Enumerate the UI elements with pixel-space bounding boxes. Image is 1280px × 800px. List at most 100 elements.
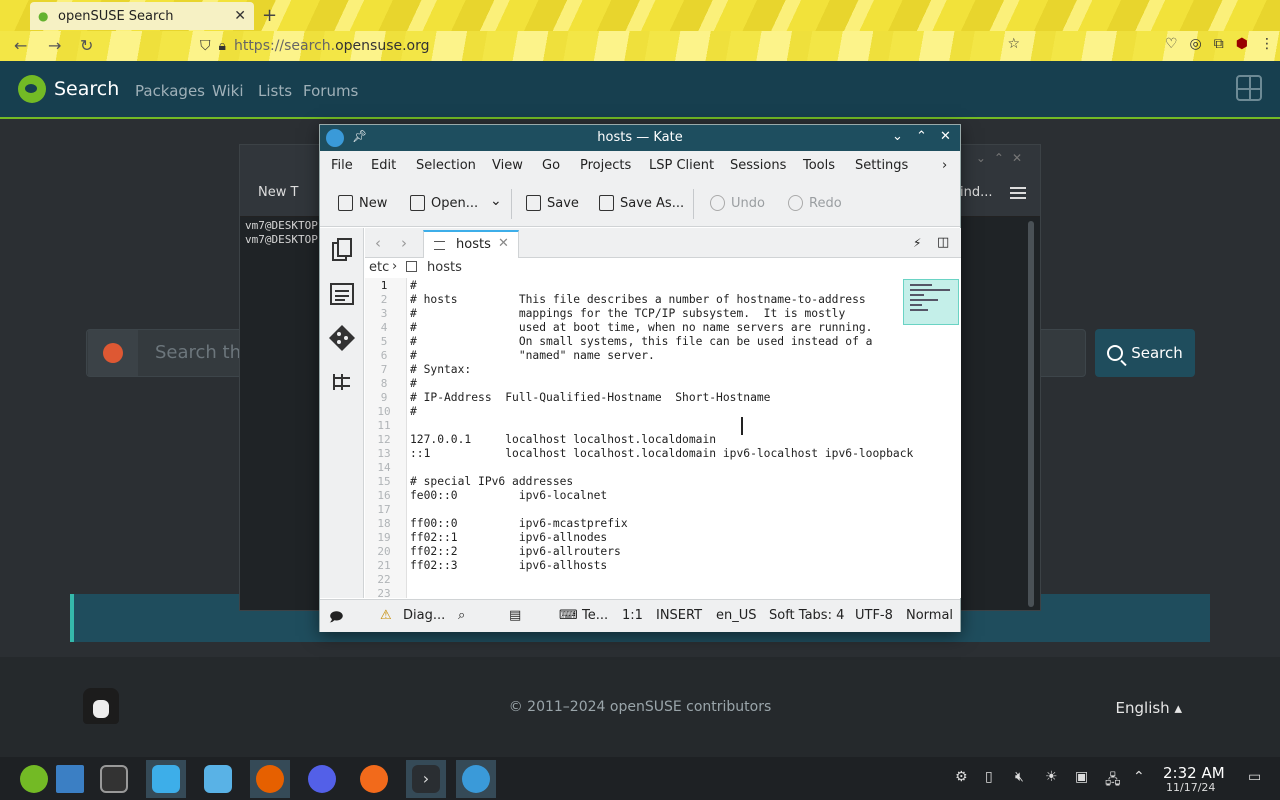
account-icon[interactable]: ◎ xyxy=(1190,36,1202,52)
close-tab-icon[interactable]: ✕ xyxy=(498,236,509,251)
minimize-icon[interactable]: ⌄ xyxy=(892,129,903,144)
tab-forward-icon[interactable]: › xyxy=(401,234,407,252)
show-desktop-icon[interactable] xyxy=(50,760,90,798)
back-icon[interactable]: ← xyxy=(14,36,27,55)
save-as-button[interactable]: Save As... xyxy=(599,195,684,211)
system-settings-icon[interactable] xyxy=(94,760,134,798)
comment-icon[interactable]: 🗩︎ xyxy=(329,608,343,630)
vi-mode[interactable]: Normal xyxy=(906,608,953,623)
diagnostics-button[interactable]: Diag... xyxy=(403,608,445,623)
menu-file[interactable]: File xyxy=(331,158,353,173)
menu-overflow-icon[interactable]: › xyxy=(942,158,947,173)
indentation[interactable]: Soft Tabs: 4 xyxy=(769,608,844,623)
code-line: # xyxy=(410,279,417,292)
chevron-down-icon[interactable]: ⌄ xyxy=(490,193,502,209)
line-number: 8 xyxy=(380,377,388,390)
dictionary[interactable]: en_US xyxy=(716,608,757,623)
close-tab-icon[interactable]: ✕ xyxy=(234,8,246,24)
pocket-icon[interactable]: ♡ xyxy=(1165,36,1178,52)
menu-lsp-client[interactable]: LSP Client xyxy=(649,158,714,173)
clipboard-icon[interactable]: ▯ xyxy=(985,769,993,785)
konsole-find[interactable]: ind... xyxy=(960,185,993,200)
notifications-icon[interactable]: ▭ xyxy=(1248,769,1261,785)
app-launcher-icon[interactable] xyxy=(14,760,54,798)
konsole-window-controls[interactable]: ⌄⌃✕ xyxy=(976,151,1030,165)
konsole-new-tab[interactable]: New T xyxy=(258,185,298,200)
breadcrumb-hosts[interactable]: hosts xyxy=(427,260,462,275)
encoding[interactable]: UTF-8 xyxy=(855,608,893,623)
symbols-icon[interactable] xyxy=(328,368,356,396)
tab-back-icon[interactable]: ‹ xyxy=(375,234,381,252)
dolphin-icon[interactable] xyxy=(198,760,238,798)
close-window-icon[interactable]: ✕ xyxy=(940,129,951,144)
code-line: # xyxy=(410,405,417,418)
quick-open-icon[interactable]: ⚡︎ xyxy=(913,236,921,250)
url-bar[interactable]: ⛉ 🔒︎ https://search. opensuse.org xyxy=(200,33,1020,59)
konsole-scrollbar[interactable] xyxy=(1028,221,1034,607)
cursor-position[interactable]: 1:1 xyxy=(622,608,643,623)
menu-tools[interactable]: Tools xyxy=(803,158,835,173)
extensions-icon[interactable]: ⧉ xyxy=(1214,36,1224,52)
redo-button[interactable]: Redo xyxy=(788,195,842,211)
nav-link-packages[interactable]: Packages xyxy=(135,82,205,100)
forward-icon[interactable]: → xyxy=(48,36,61,55)
outline-icon[interactable] xyxy=(328,280,356,308)
site-title[interactable]: Search xyxy=(54,78,119,100)
ublock-icon[interactable]: ⬢ xyxy=(1236,36,1248,52)
firefox-alt-icon[interactable] xyxy=(354,760,394,798)
volume-muted-icon[interactable]: 🔇︎ xyxy=(1015,769,1024,785)
terminal-icon[interactable]: ⌨︎ xyxy=(559,608,578,623)
hamburger-menu-icon[interactable] xyxy=(1010,187,1026,199)
documents-icon[interactable] xyxy=(328,236,356,264)
nav-link-wiki[interactable]: Wiki xyxy=(212,82,244,100)
input-mode[interactable]: INSERT xyxy=(656,608,702,623)
git-icon[interactable] xyxy=(328,324,356,352)
maximize-icon[interactable]: ⌃ xyxy=(916,129,927,144)
new-tab-button[interactable]: + xyxy=(262,5,277,26)
split-view-icon[interactable]: ◫ xyxy=(937,235,949,250)
menu-go[interactable]: Go xyxy=(542,158,560,173)
nav-link-lists[interactable]: Lists xyxy=(258,82,292,100)
terminal-button[interactable]: Te... xyxy=(582,608,608,623)
tray-expand-icon[interactable]: ⌃ xyxy=(1133,769,1145,785)
menu-view[interactable]: View xyxy=(492,158,523,173)
reload-icon[interactable]: ↻ xyxy=(80,36,93,55)
kate-icon[interactable] xyxy=(456,760,496,798)
new-button[interactable]: New xyxy=(338,195,387,211)
minimap[interactable] xyxy=(903,279,959,325)
menu-sessions[interactable]: Sessions xyxy=(730,158,786,173)
browser-tab[interactable]: ● openSUSE Search ✕ xyxy=(30,2,254,30)
clock-date[interactable]: 11/17/24 xyxy=(1166,781,1215,794)
bookmark-star-icon[interactable]: ☆ xyxy=(1007,36,1020,52)
undo-button[interactable]: Undo xyxy=(710,195,765,211)
brightness-icon[interactable]: ☀︎ xyxy=(1045,769,1058,785)
network-tools-icon[interactable]: ⚙︎ xyxy=(955,769,968,785)
language-selector[interactable]: English ▴ xyxy=(1116,699,1182,717)
save-button[interactable]: Save xyxy=(526,195,579,211)
firefox-icon[interactable] xyxy=(250,760,290,798)
open-button[interactable]: Open... xyxy=(410,195,478,211)
discover-icon[interactable] xyxy=(146,760,186,798)
menu-settings[interactable]: Settings xyxy=(855,158,908,173)
tab-hosts[interactable]: hosts ✕ xyxy=(423,230,519,258)
breadcrumb: etc › hosts xyxy=(365,258,961,278)
apps-grid-icon[interactable] xyxy=(1236,75,1262,101)
breadcrumb-etc[interactable]: etc xyxy=(369,260,389,275)
menu-projects[interactable]: Projects xyxy=(580,158,631,173)
storage-icon[interactable]: ▣ xyxy=(1075,769,1088,785)
opensuse-logo-icon[interactable] xyxy=(18,75,46,103)
search-button[interactable]: Search xyxy=(1095,329,1195,377)
search-icon[interactable]: ⌕ xyxy=(458,608,465,623)
nav-link-forums[interactable]: Forums xyxy=(303,82,358,100)
clock-time[interactable]: 2:32 AM xyxy=(1163,764,1225,782)
menu-icon[interactable]: ⋮ xyxy=(1260,36,1274,52)
konsole-icon[interactable]: › xyxy=(406,760,446,798)
url-domain: opensuse.org xyxy=(335,38,430,54)
firefox-nightly-icon[interactable] xyxy=(302,760,342,798)
opensuse-favicon-icon: ● xyxy=(38,9,49,23)
menu-edit[interactable]: Edit xyxy=(371,158,396,173)
menu-selection[interactable]: Selection xyxy=(416,158,476,173)
network-icon[interactable]: 🖧︎ xyxy=(1105,769,1121,793)
output-icon[interactable]: ▤ xyxy=(509,608,521,623)
text-editor[interactable]: 1 2 3 4 5 6 7 8 9 10 11 12 13 14 15 16 17 18 19 20 21 22 23 # #… xyxy=(365,278,961,600)
